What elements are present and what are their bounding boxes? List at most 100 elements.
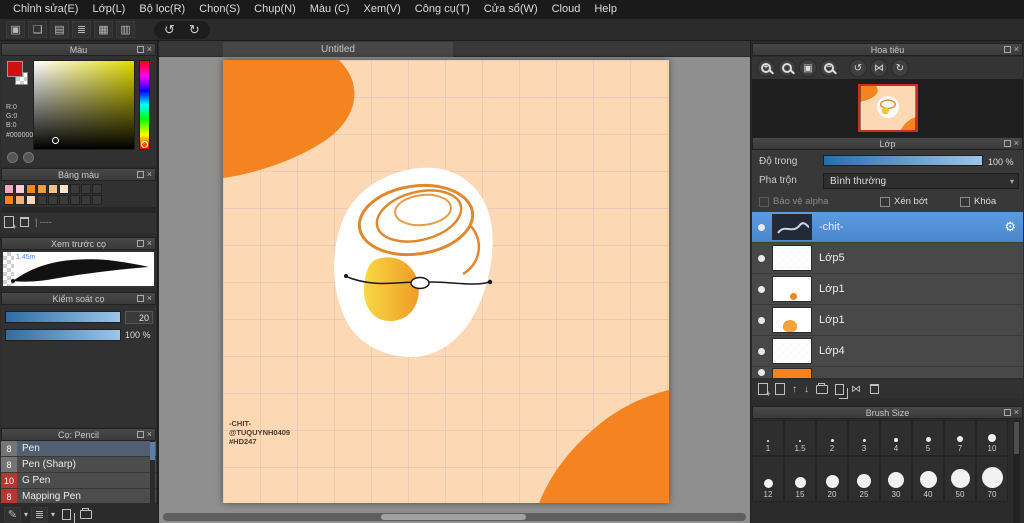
menu-tools[interactable]: Công cụ(T) [408,0,477,19]
palette-swatch[interactable] [15,195,25,205]
brush-item-pen-sharp[interactable]: 8 Pen (Sharp) [1,457,156,472]
layer-thumbnail[interactable] [772,367,812,378]
blend-mode-select[interactable]: Bình thường ▾ [823,173,1019,189]
brush-size-cell[interactable]: 20 [816,456,848,502]
opacity-slider[interactable] [823,155,983,166]
saturation-value-picker[interactable] [33,60,135,150]
rotate-cw-icon[interactable]: ↻ [891,59,909,77]
foreground-color-swatch[interactable] [7,61,23,77]
layer-visibility-icon[interactable] [758,254,765,262]
popout-icon[interactable] [1003,409,1011,416]
eyedropper-button[interactable] [7,152,18,163]
lock-checkbox[interactable] [960,196,970,207]
layer-settings-gear-icon[interactable]: ⚙ [1004,219,1016,235]
add-palette-color-icon[interactable] [4,216,17,232]
brush-size-cell[interactable]: 7 [944,420,976,456]
navigator-preview-area[interactable] [752,79,1023,137]
palette-scroll-track[interactable] [1,207,156,213]
canvas-horizontal-scrollbar[interactable] [163,513,746,521]
popout-icon[interactable] [1003,140,1011,147]
brush-size-cell[interactable]: 10 [976,420,1008,456]
navigator-header[interactable]: Hoa tiêu × [752,43,1023,56]
close-icon[interactable]: × [147,45,152,54]
layer-visibility-icon[interactable] [758,316,765,324]
document-tab[interactable]: Untitled [223,42,453,57]
popout-icon[interactable] [1003,46,1011,53]
layer-visibility-icon[interactable] [758,223,765,231]
brush-size-cell[interactable]: 4 [880,420,912,456]
palette-swatch[interactable] [59,184,69,194]
menu-color[interactable]: Màu (C) [303,0,357,19]
popout-icon[interactable] [136,171,144,178]
palette-panel-header[interactable]: Bảng màu × [1,168,156,181]
brush-size-scrollbar[interactable] [1013,420,1020,523]
menu-select[interactable]: Chọn(S) [192,0,247,19]
zoom-in-icon[interactable]: + [757,59,775,77]
menu-layer[interactable]: Lớp(L) [85,0,132,19]
brush-list-header[interactable]: Cọ: Pencil × [1,428,156,441]
menu-window[interactable]: Cửa sổ(W) [477,0,545,19]
layer-thumbnail[interactable] [772,338,812,364]
layer-down-icon[interactable]: ↓ [804,384,809,395]
menu-help[interactable]: Help [587,0,624,19]
layers-header[interactable]: Lớp × [752,137,1023,150]
pages-tool-icon[interactable]: ▤ [50,21,69,38]
hue-cursor[interactable] [141,141,148,148]
brush-size-cell[interactable]: 12 [752,456,784,502]
layer-thumbnail[interactable] [772,245,812,271]
palette-swatch-empty[interactable] [81,184,91,194]
hue-slider[interactable] [139,60,150,150]
palette-swatch[interactable] [48,184,58,194]
fit-screen-icon[interactable]: ▣ [799,59,817,77]
menu-view[interactable]: Xem(V) [356,0,407,19]
brush-size-cell[interactable]: 2 [816,420,848,456]
brush-size-slider[interactable] [5,311,121,323]
close-icon[interactable]: × [147,430,152,439]
menu-cloud[interactable]: Cloud [545,0,588,19]
navigator-thumbnail[interactable] [858,84,918,132]
menu-filter[interactable]: Bộ lọc(R) [132,0,192,19]
palette-swatch[interactable] [4,184,14,194]
brush-preview-header[interactable]: Xem trước cọ × [1,237,156,250]
canvas-workspace[interactable]: Untitled -CHIT- @TUQUYNH0409 #HD247 [159,41,750,523]
close-icon[interactable]: × [1014,139,1019,148]
layer-row-lop5[interactable]: Lớp5 [752,243,1023,273]
close-icon[interactable]: × [147,294,152,303]
menu-snap[interactable]: Chụp(N) [247,0,303,19]
palette-swatch-empty[interactable] [70,195,80,205]
brush-size-cell[interactable]: 50 [944,456,976,502]
layer-thumbnail[interactable] [772,214,812,240]
delete-palette-color-icon[interactable] [20,217,29,227]
brush-control-header[interactable]: Kiểm soát cọ × [1,292,156,305]
brush-size-value[interactable]: 20 [125,311,153,324]
popout-icon[interactable] [136,46,144,53]
layer-up-icon[interactable]: ↑ [792,384,797,395]
brush-size-cell[interactable]: 1 [752,420,784,456]
palette-swatch[interactable] [26,184,36,194]
table-tool-icon[interactable]: ▥ [116,21,135,38]
redo-icon[interactable]: ↻ [189,23,200,36]
grid-tool-icon[interactable]: ▦ [94,21,113,38]
quick-brush-icon[interactable]: ≣ [31,506,49,522]
brush-size-scroll-thumb[interactable] [1014,422,1019,454]
palette-swatch-empty[interactable] [70,184,80,194]
palette-swatch-empty[interactable] [37,195,47,205]
canvas[interactable]: -CHIT- @TUQUYNH0409 #HD247 [223,60,669,503]
palette-swatch[interactable] [15,184,25,194]
brush-list-scroll-thumb[interactable] [150,442,155,460]
layer-thumbnail[interactable] [772,307,812,333]
color-panel-header[interactable]: Màu × [1,43,156,56]
canvas-scroll-thumb[interactable] [381,514,526,520]
popout-icon[interactable] [136,431,144,438]
add-layer-icon[interactable] [758,383,771,399]
close-icon[interactable]: × [147,239,152,248]
rotate-ccw-icon[interactable]: ↺ [849,59,867,77]
menu-edit[interactable]: Chỉnh sửa(E) [6,0,85,19]
alpha-protect-checkbox-group[interactable]: Bảo vệ alpha [759,196,828,207]
add-folder-icon[interactable] [816,382,828,394]
layer-visibility-icon[interactable] [758,347,765,355]
palette-swatch[interactable] [37,184,47,194]
layer-visibility-icon[interactable] [758,285,765,293]
lines-tool-icon[interactable]: ≣ [72,21,91,38]
brush-size-cell[interactable]: 30 [880,456,912,502]
